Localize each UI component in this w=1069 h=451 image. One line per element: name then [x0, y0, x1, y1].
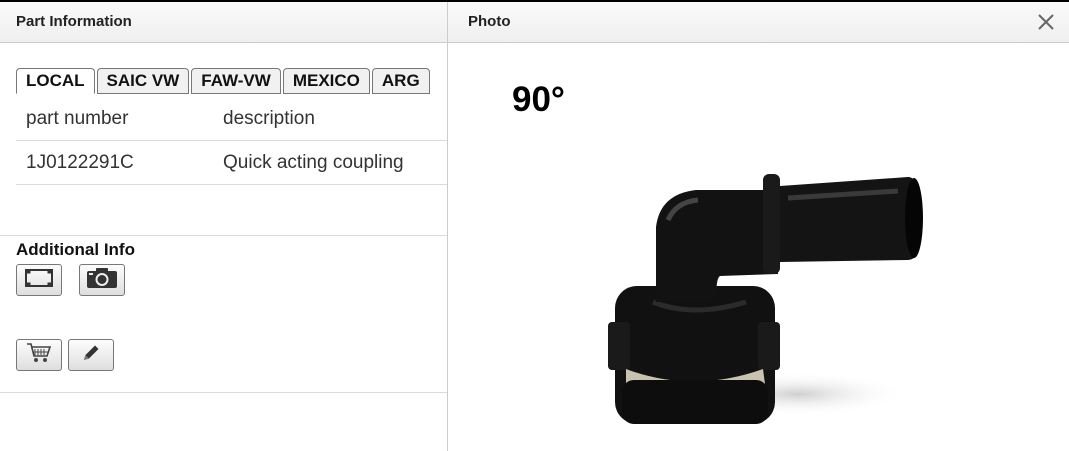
camera-icon	[85, 266, 119, 295]
add-to-cart-button[interactable]	[16, 339, 62, 371]
part-information-panel: Part Information LOCAL SAIC VW FAW-VW MEXIC…	[0, 2, 447, 451]
additional-info-label: Additional Info	[16, 240, 135, 259]
column-header-part-number: part number	[26, 108, 129, 129]
parts-table: part number description 1J0122291C Quick…	[16, 97, 447, 185]
tab-local[interactable]: LOCAL	[16, 68, 95, 94]
photo-angle-label: 90°	[512, 80, 565, 119]
region-tabs: LOCAL SAIC VW FAW-VW MEXICO ARG	[16, 68, 432, 94]
part-photo	[598, 162, 938, 437]
section-divider	[0, 235, 447, 236]
description-cell: Quick acting coupling	[223, 152, 404, 173]
photo-header: Photo	[448, 2, 1069, 43]
cart-icon	[26, 342, 52, 369]
frame-icon	[23, 267, 55, 294]
column-header-description: description	[223, 108, 315, 129]
section-divider-bottom	[0, 392, 447, 393]
tab-saic-vw[interactable]: SAIC VW	[96, 68, 190, 94]
close-icon[interactable]	[1035, 11, 1057, 33]
edit-button[interactable]	[68, 339, 114, 371]
tab-faw-vw[interactable]: FAW-VW	[191, 68, 281, 94]
pencil-icon	[80, 342, 102, 369]
panel-title: Part Information	[16, 13, 132, 30]
photo-panel: Photo 90°	[448, 2, 1069, 451]
tab-mexico[interactable]: MEXICO	[282, 68, 370, 94]
tab-arg[interactable]: ARG	[371, 68, 430, 94]
photo-title: Photo	[468, 13, 511, 30]
table-header-row: part number description	[16, 97, 447, 141]
frame-button[interactable]	[16, 264, 62, 296]
part-number-cell: 1J0122291C	[26, 152, 134, 173]
table-row[interactable]: 1J0122291C Quick acting coupling	[16, 141, 447, 185]
part-information-header: Part Information	[0, 2, 447, 43]
photo-button[interactable]	[79, 264, 125, 296]
